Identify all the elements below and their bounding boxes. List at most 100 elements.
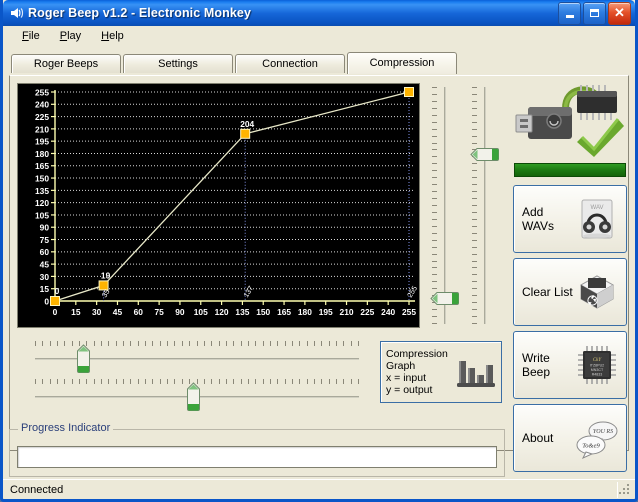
window-controls: ✕: [558, 1, 633, 25]
compression-legend-box: Compression Graph x = input y = output: [380, 341, 502, 403]
svg-text:105: 105: [194, 307, 208, 317]
svg-text:204: 204: [240, 119, 254, 129]
progress-indicator-label: Progress Indicator: [18, 422, 114, 434]
svg-text:ITZ8PU2: ITZ8PU2: [590, 364, 604, 368]
svg-text:WAV: WAV: [591, 205, 604, 211]
svg-text:30: 30: [92, 307, 102, 317]
bar-chart-icon: [456, 355, 496, 389]
svg-text:105: 105: [35, 210, 49, 220]
horizontal-slider-bottom[interactable]: [32, 376, 362, 412]
svg-text:MN3CT: MN3CT: [591, 368, 604, 372]
tab-roger-beeps[interactable]: Roger Beeps: [11, 54, 121, 73]
svg-text:165: 165: [277, 307, 291, 317]
svg-text:To&e9: To&e9: [582, 443, 600, 450]
resize-grip-icon[interactable]: [618, 483, 632, 497]
speech-bubbles-icon: YOU RS To&e9: [574, 415, 620, 461]
vertical-slider-right-ticks: [472, 87, 479, 324]
legend-line-4: y = output: [386, 384, 433, 396]
horizontal-slider-top-thumb[interactable]: [76, 344, 91, 374]
compression-chart[interactable]: 0 15 30 45 60 75 90 105 120 135 150 165 180 195 210 225…: [17, 83, 420, 328]
svg-text:19: 19: [101, 270, 111, 280]
menu-help[interactable]: Help: [92, 28, 133, 44]
tab-connection[interactable]: Connection: [235, 54, 345, 73]
svg-text:150: 150: [35, 173, 49, 183]
svg-text:195: 195: [35, 137, 49, 147]
close-button[interactable]: ✕: [608, 1, 631, 25]
svg-text:45: 45: [40, 260, 50, 270]
about-button[interactable]: About YOU RS To&e9: [513, 404, 627, 472]
svg-text:225: 225: [35, 112, 49, 122]
svg-text:30: 30: [40, 272, 50, 282]
svg-text:150: 150: [256, 307, 270, 317]
svg-text:255: 255: [402, 307, 416, 317]
svg-text:75: 75: [40, 235, 50, 245]
minimize-button[interactable]: [558, 1, 581, 25]
about-label: About: [522, 431, 554, 445]
legend-line-1: Compression: [386, 348, 448, 360]
svg-text:90: 90: [40, 223, 50, 233]
svg-text:0: 0: [44, 296, 49, 306]
recycle-bin-icon: [574, 269, 620, 315]
svg-text:0: 0: [53, 307, 58, 317]
svg-text:45: 45: [113, 307, 123, 317]
svg-text:135: 135: [35, 186, 49, 196]
svg-text:15: 15: [71, 307, 81, 317]
horizontal-slider-top[interactable]: [32, 338, 362, 374]
legend-line-3: x = input: [386, 372, 426, 384]
vertical-slider-left-thumb[interactable]: [430, 291, 460, 306]
svg-text:180: 180: [35, 149, 49, 159]
svg-text:R4833: R4833: [592, 373, 603, 377]
horizontal-slider-bottom-thumb[interactable]: [186, 382, 201, 412]
write-beep-button[interactable]: Write Beep CkY ITZ8PU2 MN3CT R4833: [513, 331, 627, 399]
vertical-slider-right-track[interactable]: [484, 87, 486, 324]
legend-line-2: Graph: [386, 360, 416, 372]
maximize-button[interactable]: [583, 1, 606, 25]
status-text: Connected: [5, 481, 618, 498]
write-beep-label: Write Beep: [522, 351, 551, 379]
menu-play[interactable]: Play: [51, 28, 90, 44]
svg-text:240: 240: [381, 307, 395, 317]
vertical-slider-left[interactable]: [428, 83, 462, 328]
progress-bar: [17, 446, 497, 468]
svg-text:210: 210: [340, 307, 354, 317]
svg-text:240: 240: [35, 100, 49, 110]
svg-text:210: 210: [35, 124, 49, 134]
clear-list-label: Clear List: [522, 285, 573, 299]
tab-settings[interactable]: Settings: [123, 54, 233, 73]
svg-text:165: 165: [35, 161, 49, 171]
menu-file[interactable]: File: [13, 28, 49, 44]
svg-text:CkY: CkY: [593, 358, 603, 363]
svg-text:60: 60: [40, 247, 50, 257]
wav-headphones-icon: WAV: [574, 196, 620, 242]
vertical-slider-left-ticks: [432, 87, 439, 324]
add-wavs-button[interactable]: Add WAVs WAV: [513, 185, 627, 253]
device-status-bar: [514, 163, 626, 177]
svg-text:15: 15: [40, 284, 50, 294]
speaker-icon: [8, 5, 24, 21]
tab-compression[interactable]: Compression: [347, 52, 457, 74]
svg-text:135: 135: [235, 307, 249, 317]
svg-text:180: 180: [298, 307, 312, 317]
svg-text:255: 255: [35, 87, 49, 97]
legend-text: Compression Graph x = input y = output: [386, 348, 456, 396]
status-bar: Connected: [3, 479, 635, 499]
window-title: Roger Beep v1.2 - Electronic Monkey: [28, 6, 252, 20]
application-window: Roger Beep v1.2 - Electronic Monkey ✕ Fi…: [0, 0, 638, 502]
vertical-slider-right-thumb[interactable]: [470, 147, 500, 162]
tab-strip: Roger Beeps Settings Connection Compress…: [3, 47, 635, 74]
svg-text:60: 60: [134, 307, 144, 317]
svg-text:75: 75: [154, 307, 164, 317]
svg-text:195: 195: [319, 307, 333, 317]
vertical-slider-left-track[interactable]: [444, 87, 446, 324]
svg-text:120: 120: [35, 198, 49, 208]
svg-text:0: 0: [55, 286, 60, 296]
svg-text:90: 90: [175, 307, 185, 317]
vertical-slider-right[interactable]: [468, 83, 502, 328]
svg-text:225: 225: [360, 307, 374, 317]
svg-text:120: 120: [215, 307, 229, 317]
usb-chip-ok-icon: [514, 79, 627, 157]
svg-text:YOU RS: YOU RS: [593, 429, 613, 435]
microchip-icon: CkY ITZ8PU2 MN3CT R4833: [574, 342, 620, 388]
clear-list-button[interactable]: Clear List: [513, 258, 627, 326]
menu-bar: File Play Help: [3, 26, 635, 47]
